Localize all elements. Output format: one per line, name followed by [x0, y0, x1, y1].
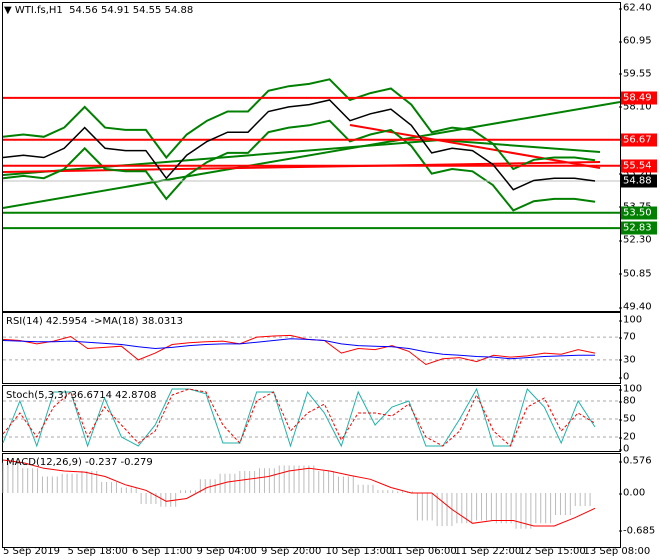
price-tick: 49.40: [619, 301, 652, 313]
trading-chart: ▼ WTI.fs,H1 54.56 54.91 54.55 54.88 RSI(…: [0, 0, 660, 560]
time-axis-label: 10 Sep 13:00: [325, 546, 393, 557]
macd-tick: 0.576: [619, 455, 652, 467]
time-axis-label: 5 Sep 18:00: [67, 546, 128, 557]
stoch-tick: 0: [618, 443, 630, 455]
ohlc-values: 54.56 54.91 54.55 54.88: [69, 5, 194, 16]
dropdown-arrow-icon[interactable]: ▼: [4, 5, 15, 16]
rsi-tick: 30: [619, 354, 636, 366]
time-axis-label: 12 Sep 15:00: [519, 546, 586, 557]
stoch-tick: 20: [619, 431, 636, 443]
time-axis-label: 11 Sep 06:00: [390, 546, 457, 557]
symbol-title: WTI.fs,H1: [14, 5, 63, 16]
current-price-tag: 54.88: [621, 174, 657, 188]
level-price-tag: 58.49: [621, 91, 657, 105]
chart-canvas: [2, 78, 621, 529]
time-axis-label: 11 Sep 22:00: [454, 546, 522, 557]
time-axis-label: 5 Sep 2019: [3, 546, 61, 557]
price-tick: 60.95: [619, 35, 652, 47]
rsi-tick: 70: [619, 331, 636, 343]
macd-tick: -0.685: [618, 525, 656, 537]
stoch-tick: 100: [618, 383, 643, 395]
rsi-tick: 0: [618, 371, 630, 383]
time-axis-label: 9 Sep 20:00: [261, 546, 322, 557]
level-price-tag: 56.67: [621, 133, 657, 147]
rsi-tick: 100: [618, 314, 643, 326]
rsi-title: RSI(14) 42.5954 ->MA(18) 38.0313: [6, 316, 183, 327]
price-tick: 52.30: [619, 234, 652, 246]
level-price-tag: 53.50: [621, 206, 657, 220]
rsi-ma-line: [2, 338, 595, 360]
time-axis-label: 13 Sep 08:00: [583, 546, 651, 557]
macd-title: MACD(12,26,9) -0.237 -0.279: [6, 457, 153, 468]
level-price-tag: 52.83: [621, 221, 657, 235]
price-tick: 62.40: [619, 2, 652, 14]
price-tick: 50.85: [619, 268, 652, 280]
stoch-tick: 80: [619, 395, 636, 407]
symbol-header: ▼ WTI.fs,H1 54.56 54.91 54.55 54.88: [4, 5, 193, 16]
time-axis-label: 9 Sep 04:00: [196, 546, 257, 557]
time-axis-label: 6 Sep 11:00: [132, 546, 193, 557]
macd-tick: 0.00: [618, 487, 646, 499]
stoch-tick: 50: [619, 413, 636, 425]
stoch-title: Stoch(5,3,3) 36.6714 42.8708: [6, 390, 157, 401]
price-tick: 59.55: [619, 68, 652, 80]
level-price-tag: 55.54: [621, 159, 657, 173]
